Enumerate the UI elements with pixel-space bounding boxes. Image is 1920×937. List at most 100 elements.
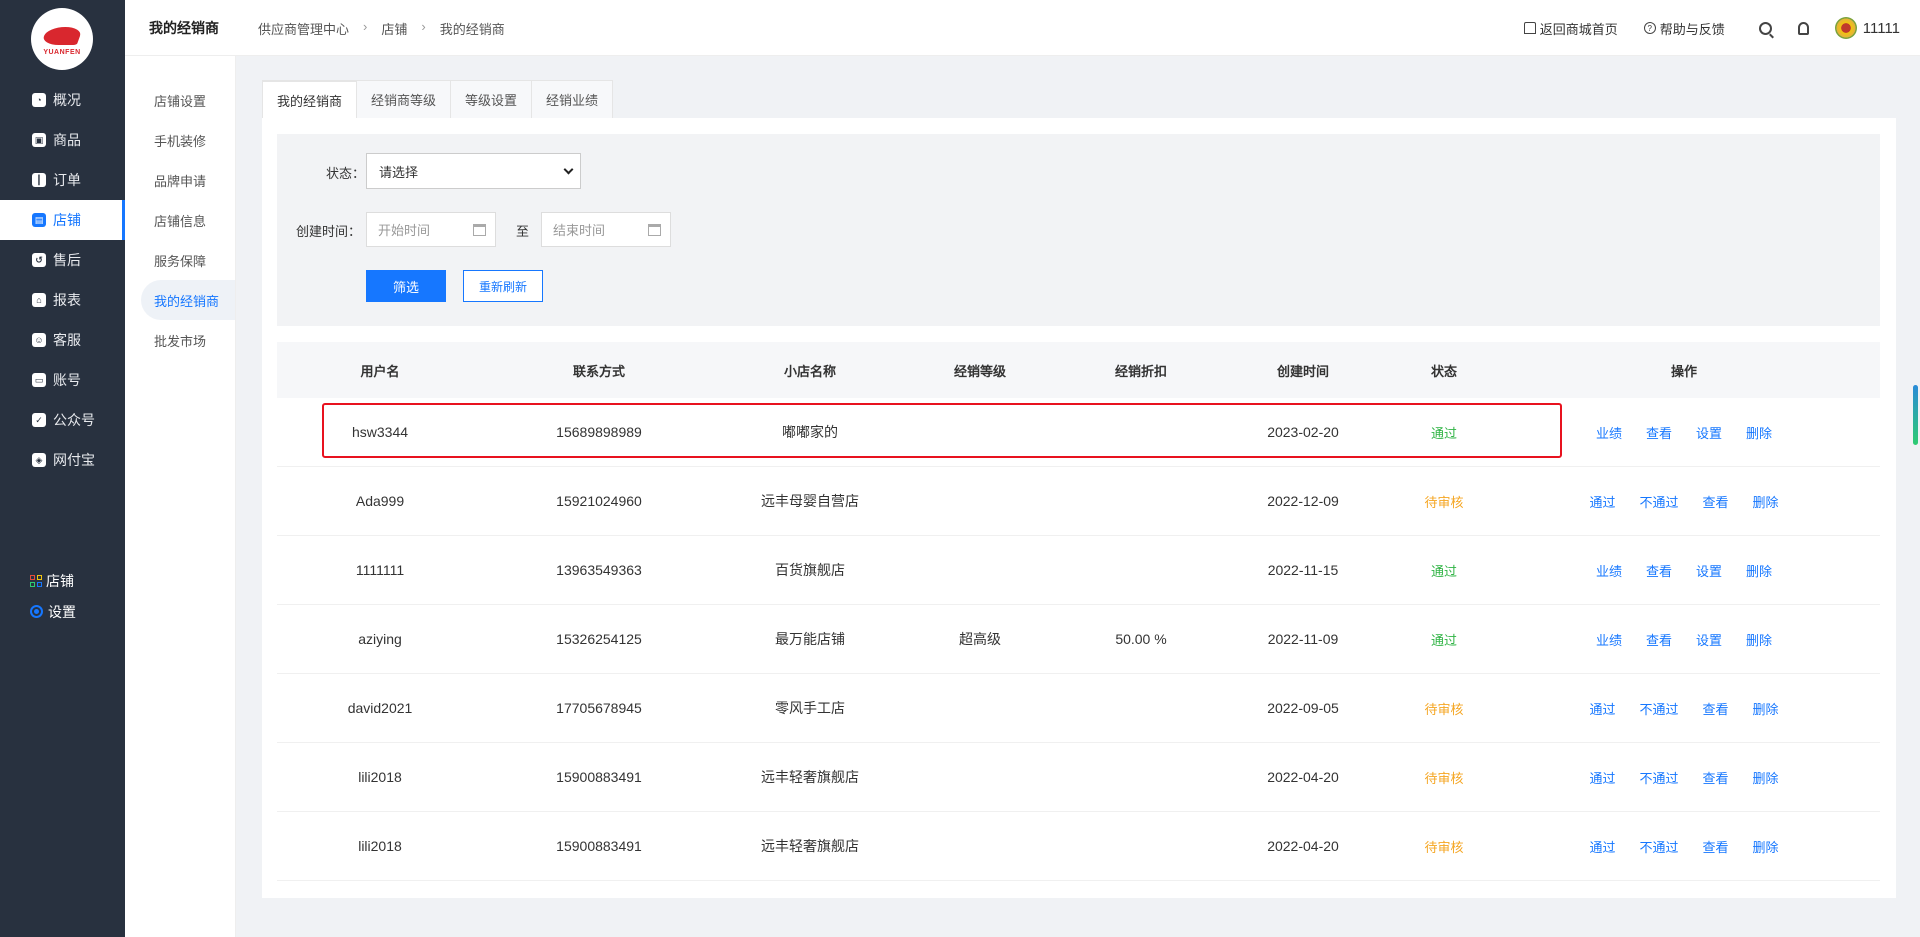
row-action-link[interactable]: 删除	[1753, 492, 1779, 511]
search-icon[interactable]	[1758, 21, 1772, 35]
sidebar-item-label: 账号	[53, 372, 81, 388]
row-action-link[interactable]: 查看	[1646, 630, 1672, 649]
brand-logo[interactable]: YUANFEN	[31, 8, 93, 70]
tab-distributor-level[interactable]: 经销商等级	[356, 80, 452, 118]
sidebar-item-label: 售后	[53, 252, 81, 268]
cell-created-date: 2022-12-09	[1267, 493, 1339, 509]
header-actions: 返回商城首页 ? 帮助与反馈 11111	[1498, 0, 1900, 56]
row-action-link[interactable]: 通过	[1589, 492, 1615, 511]
row-action-link[interactable]: 不通过	[1639, 837, 1678, 856]
row-action-link[interactable]: 设置	[1696, 423, 1722, 442]
sidebar-extra-store[interactable]: 店铺	[30, 565, 76, 596]
cell-shop-name: 百货旗舰店	[775, 562, 845, 578]
start-date-input[interactable]: 开始时间	[366, 212, 496, 247]
cell-username: 1111111	[355, 562, 405, 578]
sidebar-item-official-account[interactable]: ✓ 公众号	[0, 400, 125, 440]
submenu-item-mobile-decor[interactable]: 手机装修	[125, 120, 235, 160]
cell-username: david2021	[347, 700, 413, 716]
row-action-link[interactable]: 查看	[1703, 492, 1729, 511]
row-action-link[interactable]: 不通过	[1639, 699, 1678, 718]
row-action-link[interactable]: 查看	[1703, 699, 1729, 718]
sidebar-extra-label: 设置	[48, 603, 76, 620]
row-action-link[interactable]: 不通过	[1639, 768, 1678, 787]
sidebar-item-orders[interactable]: ┃ 订单	[0, 160, 125, 200]
row-action-link[interactable]: 查看	[1703, 837, 1729, 856]
refresh-button[interactable]: 重新刷新	[463, 270, 543, 302]
help-link[interactable]: ? 帮助与反馈	[1643, 19, 1725, 38]
main-content: 我的经销商 经销商等级 等级设置 经销业绩 状态： 请选择 创建时间： 开始时间…	[262, 80, 1896, 898]
status-badge: 通过	[1430, 425, 1457, 441]
row-action-link[interactable]: 删除	[1753, 699, 1779, 718]
row-action-link[interactable]: 删除	[1753, 768, 1779, 787]
column-header: 创建时间	[1276, 363, 1329, 379]
breadcrumb: 供应商管理中心 › 店铺 › 我的经销商	[258, 19, 505, 38]
table-row: david2021 17705678945 零风手工店 2022-09-05 待审核 通过…	[277, 674, 1880, 743]
breadcrumb-item[interactable]: 供应商管理中心	[258, 19, 349, 38]
row-action-link[interactable]: 删除	[1746, 630, 1772, 649]
submenu-item-brand-apply[interactable]: 品牌申请	[125, 160, 235, 200]
status-badge: 通过	[1430, 632, 1457, 648]
row-action-link[interactable]: 业绩	[1596, 630, 1622, 649]
page-scrollbar[interactable]	[1913, 385, 1918, 445]
sidebar-item-reports[interactable]: ⌂ 报表	[0, 280, 125, 320]
column-header: 状态	[1430, 363, 1457, 379]
cell-shop-name: 最万能店铺	[775, 631, 845, 647]
tab-bar: 我的经销商 经销商等级 等级设置 经销业绩	[262, 80, 1896, 118]
row-action-link[interactable]: 通过	[1589, 768, 1615, 787]
sidebar-item-label: 公众号	[53, 412, 95, 428]
status-select[interactable]: 请选择	[366, 153, 581, 189]
sidebar-item-store[interactable]: ▤ 店铺	[0, 200, 125, 240]
sidebar-item-aftersale[interactable]: ↺ 售后	[0, 240, 125, 280]
username[interactable]: 11111	[1863, 20, 1900, 37]
breadcrumb-item[interactable]: 店铺	[381, 19, 407, 38]
submenu-item-store-info[interactable]: 店铺信息	[125, 200, 235, 240]
table-row: hsw3344 15689898989 嘟嘟家的 2023-02-20 通过 业绩 查看 设置…	[277, 398, 1880, 467]
row-action-link[interactable]: 查看	[1646, 423, 1672, 442]
cell-shop-name: 远丰母婴自营店	[761, 493, 859, 509]
tab-level-settings[interactable]: 等级设置	[450, 80, 533, 118]
tab-performance[interactable]: 经销业绩	[531, 80, 614, 118]
submenu-item-service-guarantee[interactable]: 服务保障	[125, 240, 235, 280]
row-action-link[interactable]: 查看	[1703, 768, 1729, 787]
submenu-item-my-distributors[interactable]: 我的经销商	[141, 280, 235, 320]
check-badge-icon: ✓	[32, 413, 46, 427]
sidebar-item-goods[interactable]: ▣ 商品	[0, 120, 125, 160]
home-link[interactable]: 返回商城首页	[1523, 19, 1618, 38]
end-date-input[interactable]: 结束时间	[541, 212, 671, 247]
cell-phone: 15326254125	[556, 631, 642, 647]
row-action-link[interactable]: 查看	[1646, 561, 1672, 580]
content-panel: 状态： 请选择 创建时间： 开始时间 至 结束时间 筛选 重新刷新 用户名 联系…	[262, 118, 1896, 898]
row-action-link[interactable]: 设置	[1696, 630, 1722, 649]
submenu-item-store-settings[interactable]: 店铺设置	[125, 80, 235, 120]
cell-username: lili2018	[358, 838, 402, 854]
home-link-label: 返回商城首页	[1539, 21, 1618, 37]
filter-button[interactable]: 筛选	[366, 270, 446, 302]
row-action-link[interactable]: 业绩	[1596, 423, 1622, 442]
table-row: aziying 15326254125 最万能店铺 超高级 50.00 % 2022-11…	[277, 605, 1880, 674]
tab-my-distributors[interactable]: 我的经销商	[262, 80, 358, 118]
sidebar-item-label: 网付宝	[53, 452, 95, 468]
submenu-item-wholesale[interactable]: 批发市场	[125, 320, 235, 360]
cell-username: Ada999	[355, 493, 405, 509]
row-action-link[interactable]: 删除	[1753, 837, 1779, 856]
row-action-link[interactable]: 通过	[1589, 699, 1615, 718]
sidebar-extra-settings[interactable]: 设置	[30, 596, 76, 627]
column-header: 小店名称	[783, 363, 836, 379]
sidebar-item-account[interactable]: ▭ 账号	[0, 360, 125, 400]
row-action-link[interactable]: 业绩	[1596, 561, 1622, 580]
cell-created-date: 2023-02-20	[1267, 424, 1339, 440]
avatar[interactable]	[1834, 17, 1857, 39]
help-icon: ?	[1643, 22, 1656, 34]
sidebar-item-label: 店铺	[53, 212, 81, 228]
row-action-link[interactable]: 不通过	[1639, 492, 1678, 511]
bell-icon[interactable]	[1797, 21, 1809, 35]
sidebar-extra-label: 店铺	[46, 572, 74, 589]
row-action-link[interactable]: 通过	[1589, 837, 1615, 856]
row-action-link[interactable]: 删除	[1746, 423, 1772, 442]
sidebar-item-wangfubao[interactable]: ◈ 网付宝	[0, 440, 125, 480]
sidebar-item-overview[interactable]: ◔ 概况	[0, 80, 125, 120]
account-icon: ▭	[32, 373, 46, 387]
row-action-link[interactable]: 设置	[1696, 561, 1722, 580]
sidebar-item-service[interactable]: ☺ 客服	[0, 320, 125, 360]
row-action-link[interactable]: 删除	[1746, 561, 1772, 580]
